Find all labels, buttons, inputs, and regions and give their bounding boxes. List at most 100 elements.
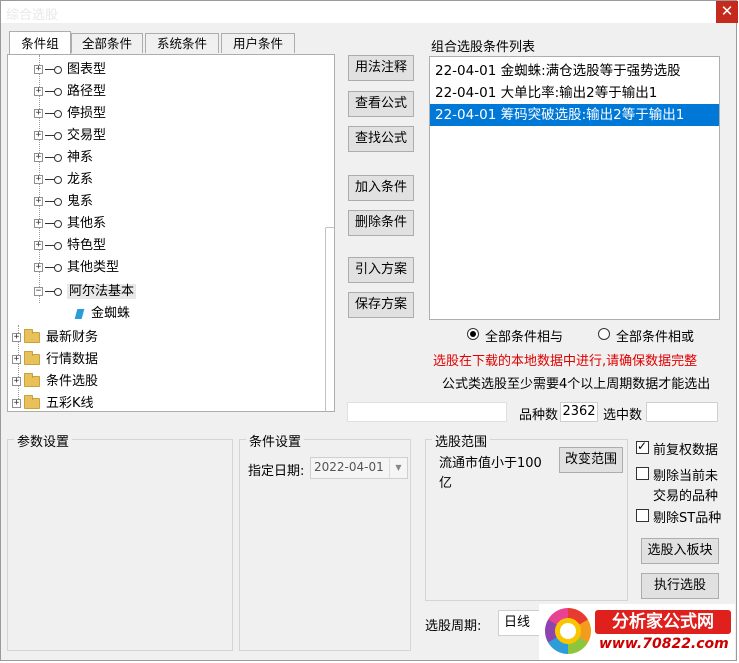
tree-item-golden-spider[interactable]: 金蜘蛛 [74,303,130,325]
tree-item-formula[interactable]: + 交易型 [34,125,106,147]
selected-count-value [646,402,718,422]
plus-icon[interactable]: + [34,197,43,206]
plus-icon[interactable]: + [34,153,43,162]
range-group: 选股范围 流通市值小于100亿 改变范围 [425,431,628,601]
chevron-down-icon[interactable]: ▼ [389,458,407,478]
tree-item-formula[interactable]: + 神系 [34,147,93,169]
usage-notes-button[interactable]: 用法注释 [348,55,414,81]
folder-icon [24,329,40,343]
close-icon[interactable]: ✕ [716,1,738,23]
date-value: 2022-04-01 [314,460,384,474]
count-value: 2362 [560,402,598,422]
tab-user-conditions[interactable]: 用户条件 [221,33,295,53]
tree-folder-financials[interactable]: + 最新财务 [12,327,98,349]
plus-icon[interactable]: + [34,175,43,184]
tree-folder-label: 最新财务 [46,330,99,345]
plus-icon[interactable]: + [34,219,43,228]
tree-item-label: 其他类型 [67,260,120,275]
key-icon [45,287,63,296]
key-icon [45,109,63,118]
progress-bar [347,402,507,422]
condition-settings-title: 条件设置 [246,431,305,450]
tree-folder-label: 五彩K线 [46,396,94,411]
plus-icon[interactable]: + [34,109,43,118]
save-plan-button[interactable]: 保存方案 [348,292,414,318]
plus-icon[interactable]: + [34,87,43,96]
tree-item-label: 阿尔法基本 [67,284,137,299]
tree-item-label: 交易型 [67,128,107,143]
plus-icon[interactable]: + [34,263,43,272]
view-formula-button[interactable]: 查看公式 [348,91,414,117]
plus-icon[interactable]: + [12,333,21,342]
tree-item-formula[interactable]: + 特色型 [34,235,106,257]
tab-all-conditions[interactable]: 全部条件 [71,33,143,53]
folder-icon [24,351,40,365]
tree-item-formula[interactable]: + 其他类型 [34,257,119,279]
tree-item-formula[interactable]: + 图表型 [34,59,106,81]
params-group-title: 参数设置 [14,431,73,450]
condition-list-item[interactable]: 22-04-01 大单比率:输出2等于输出1 [430,82,719,104]
key-icon [45,263,63,272]
tree-folder-condition-screening[interactable]: + 条件选股 [12,371,98,393]
tree-item-label: 神系 [67,150,94,165]
condition-list-item-selected[interactable]: 22-04-01 筹码突破选股:输出2等于输出1 [430,104,719,126]
date-picker[interactable]: 2022-04-01 ▼ [310,457,408,479]
tree-item-formula[interactable]: + 路径型 [34,81,106,103]
tree-item-formula[interactable]: + 其他系 [34,213,106,235]
tree-item-formula[interactable]: + 龙系 [34,169,93,191]
selected-count-label: 选中数 [603,408,643,423]
exclude-untraded-label-line1: 剔除当前未 [653,469,719,484]
add-to-block-button[interactable]: 选股入板块 [641,538,719,564]
plus-icon[interactable]: + [34,241,43,250]
key-icon [45,153,63,162]
tree-item-label: 龙系 [67,172,94,187]
condition-tree[interactable]: + 图表型 + 路径型 + 停损型 + 交易型 + 神系 + 龙系 + 鬼系 + 其他系 + 特色型 + 其他类型 −… [7,54,335,412]
tab-condition-group[interactable]: 条件组 [9,31,71,55]
delete-condition-button[interactable]: 删除条件 [348,210,414,236]
brand-url: www.70822.com [599,636,729,652]
tab-system-conditions[interactable]: 系统条件 [145,33,219,53]
tree-item-label: 图表型 [67,62,107,77]
restore-rights-checkbox[interactable] [636,439,649,454]
tree-item-alpha-basic[interactable]: − 阿尔法基本 [34,281,137,303]
key-icon [45,219,63,228]
tree-item-label: 其他系 [67,216,107,231]
folder-icon [24,373,40,387]
key-icon [45,197,63,206]
execute-screening-button[interactable]: 执行选股 [641,573,719,599]
period-label: 选股周期: [425,619,482,634]
exclude-untraded-checkbox[interactable] [636,467,649,480]
tree-item-formula[interactable]: + 鬼系 [34,191,93,213]
brand-logo: 分析家公式网 www.70822.com [539,604,735,660]
tree-folder-label: 条件选股 [46,374,99,389]
change-range-button[interactable]: 改变范围 [559,447,623,473]
folder-icon [24,395,40,409]
minus-icon[interactable]: − [34,287,43,296]
find-formula-button[interactable]: 查找公式 [348,126,414,152]
plus-icon[interactable]: + [12,377,21,386]
condition-list[interactable]: 22-04-01 金蜘蛛:满仓选股等于强势选股 22-04-01 大单比率:输出… [429,56,720,320]
tree-folder-color-kline[interactable]: + 五彩K线 [12,393,94,411]
tree-item-label: 鬼系 [67,194,94,209]
import-plan-button[interactable]: 引入方案 [348,257,414,283]
tree-folder-market-data[interactable]: + 行情数据 [12,349,98,371]
restore-rights-label: 前复权数据 [653,443,719,458]
all-and-radio[interactable] [467,328,479,340]
plus-icon[interactable]: + [12,355,21,364]
count-label: 品种数 [519,408,559,423]
plus-icon[interactable]: + [34,65,43,74]
plus-icon[interactable]: + [12,399,21,408]
exclude-st-checkbox[interactable] [636,509,649,522]
condition-settings-group: 条件设置 指定日期: 2022-04-01 ▼ [239,431,411,651]
all-or-radio[interactable] [598,328,610,340]
add-condition-button[interactable]: 加入条件 [348,175,414,201]
plus-icon[interactable]: + [34,131,43,140]
condition-list-item[interactable]: 22-04-01 金蜘蛛:满仓选股等于强势选股 [430,60,719,82]
key-icon [45,65,63,74]
tree-scrollbar-thumb[interactable] [325,227,334,411]
brand-name: 分析家公式网 [595,610,731,634]
tree-item-formula[interactable]: + 停损型 [34,103,106,125]
all-or-label: 全部条件相或 [616,330,695,345]
params-group: 参数设置 [7,431,233,651]
range-group-title: 选股范围 [432,431,491,450]
